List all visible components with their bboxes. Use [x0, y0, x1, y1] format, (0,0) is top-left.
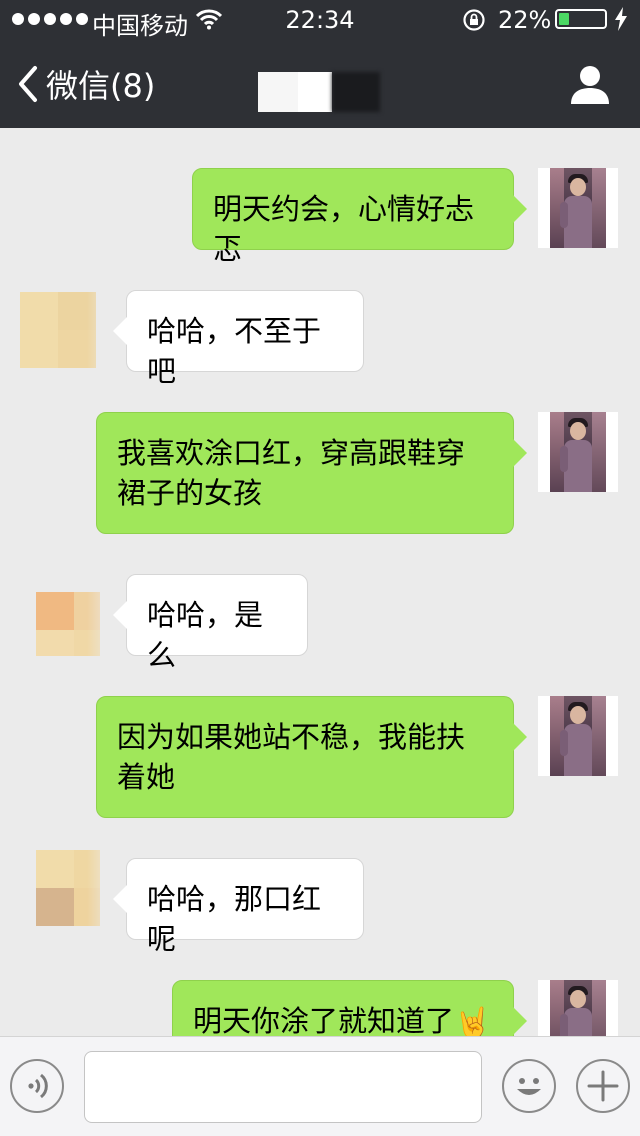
- message-text: 明天约会，心情好忐忑: [213, 192, 475, 266]
- battery-percent: 22%: [498, 6, 552, 34]
- my-avatar[interactable]: [538, 696, 618, 776]
- message-text: 我喜欢涂口红，穿高跟鞋穿裙子的女孩: [117, 436, 466, 510]
- contact-profile-button[interactable]: [568, 62, 612, 106]
- message-input[interactable]: [84, 1051, 482, 1123]
- chevron-left-icon: [19, 66, 37, 102]
- message-bubble-outgoing[interactable]: 我喜欢涂口红，穿高跟鞋穿裙子的女孩: [96, 412, 527, 534]
- charging-icon: [615, 7, 627, 31]
- back-label: 微信(8): [46, 67, 156, 105]
- rotation-lock-icon: [463, 9, 485, 31]
- message-text: 哈哈，不至于吧: [147, 314, 322, 388]
- battery-level: [559, 13, 569, 25]
- message-bubble-incoming[interactable]: 哈哈，那口红呢: [113, 858, 364, 956]
- message-bubble-incoming[interactable]: 哈哈，是么: [113, 574, 308, 672]
- my-avatar[interactable]: [538, 980, 618, 1036]
- rock-hand-emoji: 🤘: [454, 1006, 492, 1037]
- message-text: 哈哈，是么: [147, 598, 264, 672]
- plus-icon: [587, 1070, 619, 1102]
- battery-icon: [555, 9, 607, 29]
- message-text: 明天你涂了就知道了: [193, 1004, 455, 1036]
- my-avatar[interactable]: [538, 412, 618, 492]
- message-bubble-outgoing[interactable]: 明天约会，心情好忐忑: [192, 168, 527, 266]
- message-text: 哈哈，那口红呢: [147, 882, 322, 956]
- message-bubble-outgoing[interactable]: 因为如果她站不稳，我能扶着她: [96, 696, 527, 818]
- more-button[interactable]: [576, 1059, 630, 1113]
- my-avatar[interactable]: [538, 168, 618, 248]
- nav-bar: 微信(8): [0, 40, 640, 128]
- back-button[interactable]: 微信(8): [16, 60, 155, 108]
- chat-message-list[interactable]: 明天约会，心情好忐忑 哈哈，不至于吧 我喜欢涂口红，穿高跟鞋穿裙子的女孩 哈哈，…: [0, 128, 640, 1036]
- voice-icon: [28, 1073, 48, 1099]
- message-bubble-incoming[interactable]: 哈哈，不至于吧: [113, 290, 364, 388]
- header: 中国移动 22:34 22% 微信(8): [0, 0, 640, 128]
- message-text: 因为如果她站不稳，我能扶着她: [117, 720, 466, 794]
- contact-name-redacted: [258, 72, 380, 112]
- voice-button[interactable]: [10, 1059, 64, 1113]
- smiley-icon: [517, 1078, 541, 1095]
- contact-avatar[interactable]: [20, 576, 100, 656]
- emoji-button[interactable]: [502, 1059, 556, 1113]
- contact-avatar[interactable]: [20, 850, 100, 930]
- contact-avatar[interactable]: [20, 292, 100, 372]
- status-bar: 中国移动 22:34 22%: [0, 0, 640, 40]
- input-toolbar: [0, 1036, 640, 1136]
- message-bubble-outgoing[interactable]: 明天你涂了就知道了🤘: [172, 980, 527, 1037]
